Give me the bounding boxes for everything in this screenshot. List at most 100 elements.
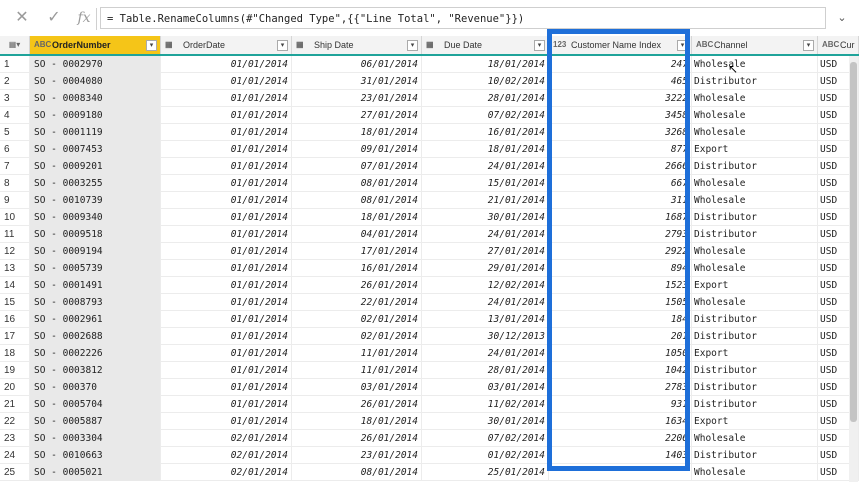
- order-number-cell[interactable]: SO - 0009518: [30, 226, 161, 243]
- order-number-cell[interactable]: SO - 0001119: [30, 124, 161, 141]
- due-date-cell[interactable]: 03/01/2014: [422, 379, 549, 396]
- customer-name-index-cell[interactable]: 1403: [549, 447, 692, 464]
- date-type-icon[interactable]: ▦: [165, 36, 173, 54]
- row-number[interactable]: 23: [0, 430, 30, 447]
- order-number-cell[interactable]: SO - 0003812: [30, 362, 161, 379]
- ship-date-cell[interactable]: 11/01/2014: [292, 362, 422, 379]
- customer-name-index-cell[interactable]: 667: [549, 175, 692, 192]
- filter-dropdown-icon[interactable]: ▾: [407, 40, 418, 51]
- number-type-icon[interactable]: 123: [553, 36, 566, 54]
- order-date-cell[interactable]: 01/01/2014: [161, 277, 292, 294]
- text-type-icon[interactable]: ABC: [822, 36, 839, 54]
- due-date-cell[interactable]: 25/01/2014: [422, 464, 549, 481]
- ship-date-cell[interactable]: 02/01/2014: [292, 311, 422, 328]
- channel-cell[interactable]: Distributor: [692, 362, 818, 379]
- customer-name-index-cell[interactable]: 3268: [549, 124, 692, 141]
- channel-cell[interactable]: Wholesale: [692, 107, 818, 124]
- filter-dropdown-icon[interactable]: ▾: [803, 40, 814, 51]
- channel-cell[interactable]: Distributor: [692, 396, 818, 413]
- filter-dropdown-icon[interactable]: ▾: [146, 40, 157, 51]
- customer-name-index-cell[interactable]: 2666: [549, 158, 692, 175]
- due-date-cell[interactable]: 01/02/2014: [422, 447, 549, 464]
- due-date-cell[interactable]: 12/02/2014: [422, 277, 549, 294]
- due-date-cell[interactable]: 16/01/2014: [422, 124, 549, 141]
- customer-name-index-cell[interactable]: 184: [549, 311, 692, 328]
- channel-cell[interactable]: Wholesale: [692, 90, 818, 107]
- order-number-cell[interactable]: SO - 0009180: [30, 107, 161, 124]
- customer-name-index-cell[interactable]: 311: [549, 192, 692, 209]
- order-number-cell[interactable]: SO - 0002226: [30, 345, 161, 362]
- table-row[interactable]: 6 SO - 0007453 01/01/2014 09/01/2014 18/01/2…: [0, 141, 859, 158]
- row-number[interactable]: 18: [0, 345, 30, 362]
- confirm-icon[interactable]: ✓: [44, 8, 64, 28]
- text-type-icon[interactable]: ABC: [696, 36, 713, 54]
- order-date-cell[interactable]: 01/01/2014: [161, 362, 292, 379]
- order-number-cell[interactable]: SO - 0002688: [30, 328, 161, 345]
- table-row[interactable]: 13 SO - 0005739 01/01/2014 16/01/2014 29/01/…: [0, 260, 859, 277]
- row-number[interactable]: 14: [0, 277, 30, 294]
- ship-date-cell[interactable]: 22/01/2014: [292, 294, 422, 311]
- customer-name-index-cell[interactable]: 1505: [549, 294, 692, 311]
- order-number-cell[interactable]: SO - 0009201: [30, 158, 161, 175]
- channel-cell[interactable]: Distributor: [692, 73, 818, 90]
- table-row[interactable]: 21 SO - 0005704 01/01/2014 26/01/2014 11/02/…: [0, 396, 859, 413]
- order-date-cell[interactable]: 01/01/2014: [161, 396, 292, 413]
- channel-cell[interactable]: Export: [692, 277, 818, 294]
- column-header-ordernumber[interactable]: ABC OrderNumber ▾: [30, 36, 161, 54]
- ship-date-cell[interactable]: 08/01/2014: [292, 192, 422, 209]
- table-row[interactable]: 20 SO - 000370 01/01/2014 03/01/2014 03/01/2…: [0, 379, 859, 396]
- order-date-cell[interactable]: 01/01/2014: [161, 413, 292, 430]
- channel-cell[interactable]: Distributor: [692, 328, 818, 345]
- row-number[interactable]: 24: [0, 447, 30, 464]
- due-date-cell[interactable]: 24/01/2014: [422, 226, 549, 243]
- row-number[interactable]: 6: [0, 141, 30, 158]
- row-number[interactable]: 4: [0, 107, 30, 124]
- row-number[interactable]: 22: [0, 413, 30, 430]
- due-date-cell[interactable]: 28/01/2014: [422, 362, 549, 379]
- order-date-cell[interactable]: 01/01/2014: [161, 124, 292, 141]
- ship-date-cell[interactable]: 06/01/2014: [292, 56, 422, 73]
- ship-date-cell[interactable]: 11/01/2014: [292, 345, 422, 362]
- channel-cell[interactable]: Distributor: [692, 158, 818, 175]
- row-number[interactable]: 17: [0, 328, 30, 345]
- due-date-cell[interactable]: 15/01/2014: [422, 175, 549, 192]
- table-menu-icon[interactable]: ▦▾: [0, 36, 30, 54]
- row-number[interactable]: 1: [0, 56, 30, 73]
- order-number-cell[interactable]: SO - 0007453: [30, 141, 161, 158]
- customer-name-index-cell[interactable]: [549, 464, 692, 481]
- table-row[interactable]: 18 SO - 0002226 01/01/2014 11/01/2014 24/01/…: [0, 345, 859, 362]
- table-row[interactable]: 7 SO - 0009201 01/01/2014 07/01/2014 24/01/2…: [0, 158, 859, 175]
- ship-date-cell[interactable]: 03/01/2014: [292, 379, 422, 396]
- table-row[interactable]: 4 SO - 0009180 01/01/2014 27/01/2014 07/02/2…: [0, 107, 859, 124]
- ship-date-cell[interactable]: 23/01/2014: [292, 447, 422, 464]
- customer-name-index-cell[interactable]: 931: [549, 396, 692, 413]
- due-date-cell[interactable]: 11/02/2014: [422, 396, 549, 413]
- order-date-cell[interactable]: 01/01/2014: [161, 226, 292, 243]
- channel-cell[interactable]: Wholesale: [692, 175, 818, 192]
- channel-cell[interactable]: Wholesale: [692, 464, 818, 481]
- order-date-cell[interactable]: 01/01/2014: [161, 56, 292, 73]
- table-row[interactable]: 25 SO - 0005021 02/01/2014 08/01/2014 25/01/…: [0, 464, 859, 481]
- due-date-cell[interactable]: 30/01/2014: [422, 413, 549, 430]
- scrollbar-thumb[interactable]: [850, 62, 857, 422]
- due-date-cell[interactable]: 18/01/2014: [422, 56, 549, 73]
- order-date-cell[interactable]: 01/01/2014: [161, 209, 292, 226]
- order-number-cell[interactable]: SO - 0002970: [30, 56, 161, 73]
- due-date-cell[interactable]: 07/02/2014: [422, 430, 549, 447]
- order-number-cell[interactable]: SO - 0010739: [30, 192, 161, 209]
- order-number-cell[interactable]: SO - 0003255: [30, 175, 161, 192]
- customer-name-index-cell[interactable]: 877: [549, 141, 692, 158]
- customer-name-index-cell[interactable]: 2783: [549, 379, 692, 396]
- table-row[interactable]: 16 SO - 0002961 01/01/2014 02/01/2014 13/01/…: [0, 311, 859, 328]
- due-date-cell[interactable]: 29/01/2014: [422, 260, 549, 277]
- due-date-cell[interactable]: 07/02/2014: [422, 107, 549, 124]
- row-number[interactable]: 12: [0, 243, 30, 260]
- column-header-customer-name-index[interactable]: 123 Customer Name Index ▾: [549, 36, 692, 54]
- channel-cell[interactable]: Wholesale: [692, 294, 818, 311]
- table-row[interactable]: 11 SO - 0009518 01/01/2014 04/01/2014 24/01/…: [0, 226, 859, 243]
- table-row[interactable]: 23 SO - 0003304 02/01/2014 26/01/2014 07/02/…: [0, 430, 859, 447]
- column-header-channel[interactable]: ABC Channel ▾: [692, 36, 818, 54]
- column-header-currency[interactable]: ABC Cur: [818, 36, 859, 54]
- customer-name-index-cell[interactable]: 3458: [549, 107, 692, 124]
- ship-date-cell[interactable]: 23/01/2014: [292, 90, 422, 107]
